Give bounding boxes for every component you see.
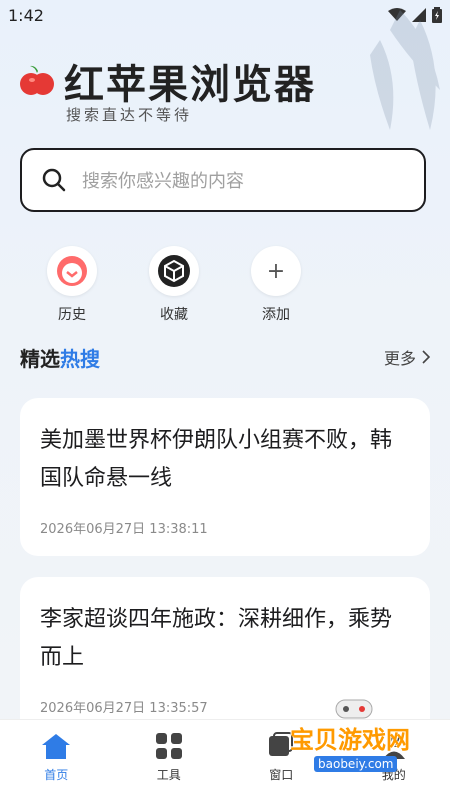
tab-tools-label: 工具: [156, 768, 181, 782]
more-label: 更多: [383, 349, 416, 368]
box-icon: [149, 246, 199, 296]
section-title: 精选热搜: [20, 343, 100, 372]
quick-add-label: 添加: [262, 307, 290, 323]
section-title-highlight: 热搜: [60, 347, 100, 371]
news-title: 李家超谈四年施政：深耕细作，乘势而上: [40, 607, 393, 670]
watermark-text: 宝贝游戏网: [290, 726, 410, 754]
watermark-url: baobeiy.com: [314, 756, 398, 772]
chevron-right-icon: [422, 350, 430, 364]
news-time: 2026年06月27日 13:35:57: [40, 701, 208, 716]
quick-history-label: 历史: [58, 307, 86, 323]
clock-icon: [47, 246, 97, 296]
search-bar[interactable]: 搜索你感兴趣的内容: [20, 148, 426, 212]
plus-icon: +: [251, 246, 301, 296]
app-subtitle: 搜索直达不等待: [66, 106, 193, 124]
home-icon: [42, 734, 71, 759]
apple-logo-icon: [20, 65, 54, 95]
news-card[interactable]: 美加墨世界杯伊朗队小组赛不败，韩国队命悬一线 2026年06月27日 13:38…: [20, 398, 430, 556]
tab-home[interactable]: 首页: [0, 720, 113, 800]
watermark: 宝贝游戏网 baobeiy.com: [290, 699, 420, 782]
news-title: 美加墨世界杯伊朗队小组赛不败，韩国队命悬一线: [40, 428, 393, 491]
quick-favorites[interactable]: 收藏: [124, 246, 224, 324]
tab-tools[interactable]: 工具: [113, 720, 226, 800]
quick-favorites-label: 收藏: [160, 307, 188, 323]
grid-icon: [155, 733, 182, 759]
news-time: 2026年06月27日 13:38:11: [40, 522, 208, 537]
search-placeholder: 搜索你感兴趣的内容: [82, 171, 244, 192]
gamepad-icon: [335, 699, 373, 719]
more-link[interactable]: 更多: [384, 345, 430, 369]
section-title-prefix: 精选: [20, 347, 60, 371]
search-icon: [42, 168, 66, 192]
brand-header: 红苹果浏览器: [20, 52, 316, 110]
app-title: 红苹果浏览器: [64, 62, 316, 108]
status-time: 1:42: [8, 6, 44, 25]
quick-add[interactable]: + 添加: [226, 246, 326, 324]
tab-home-label: 首页: [44, 768, 69, 782]
quick-history[interactable]: 历史: [22, 246, 122, 324]
